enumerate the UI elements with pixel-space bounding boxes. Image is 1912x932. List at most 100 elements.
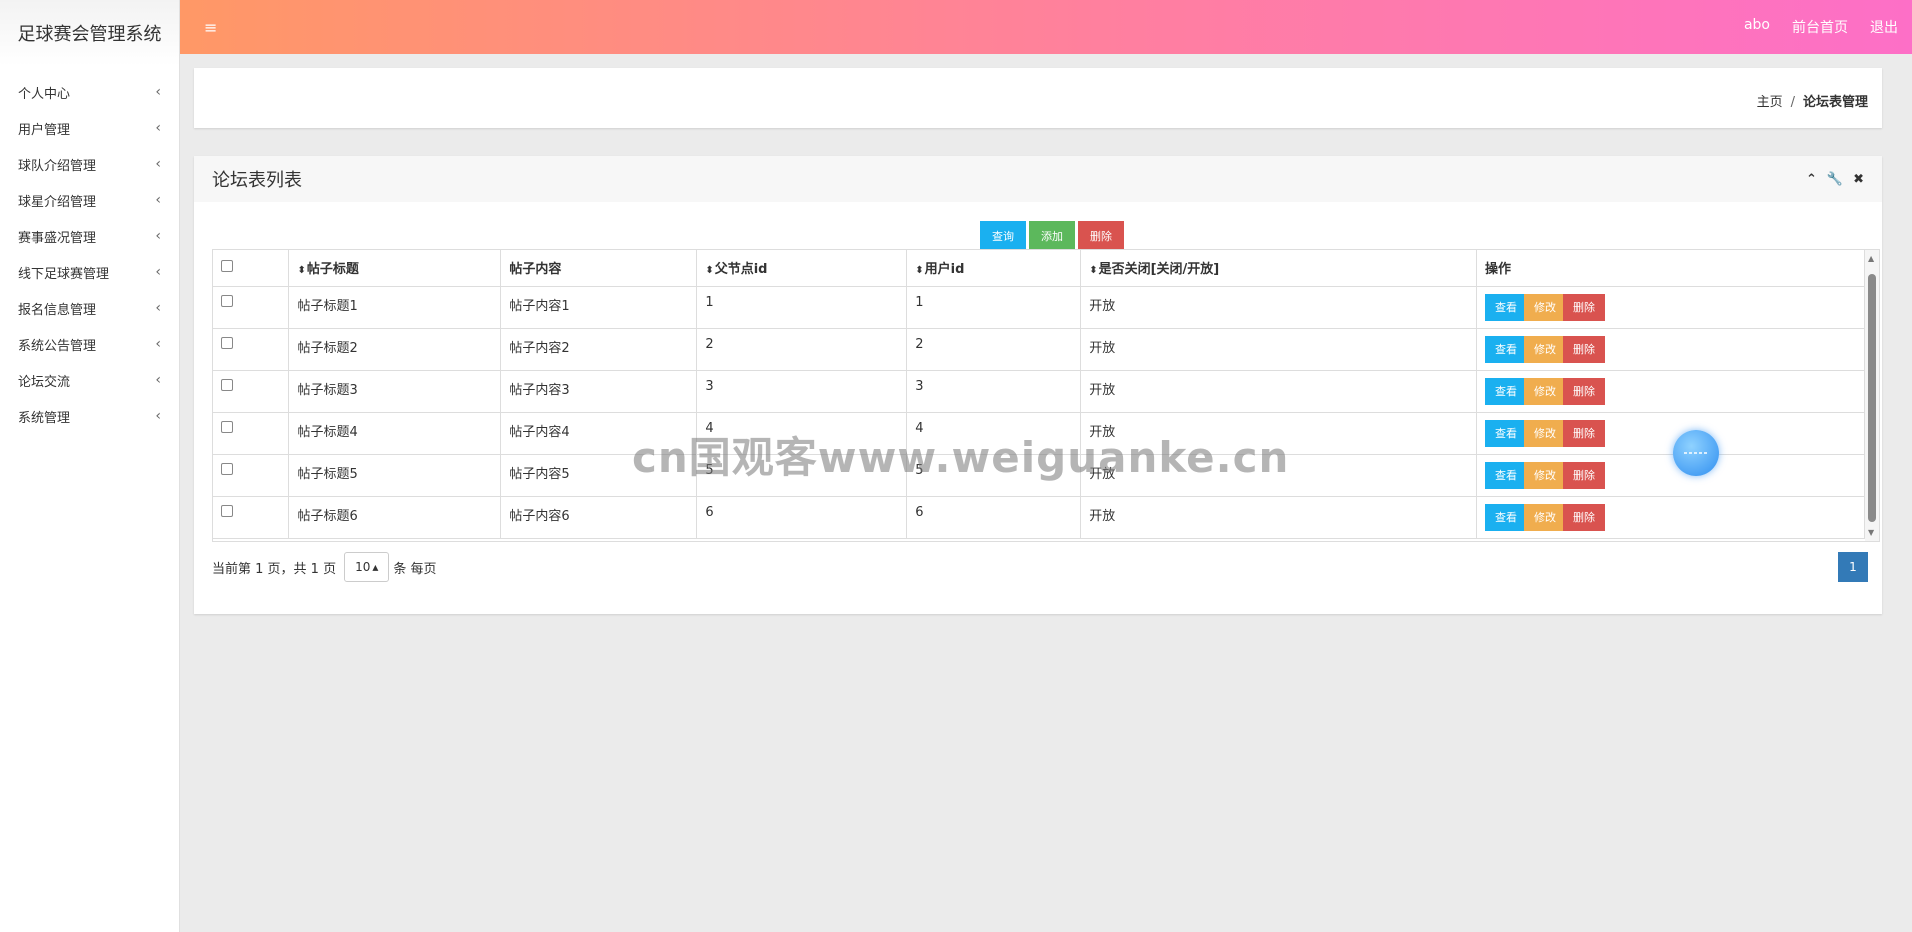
row-checkbox[interactable] <box>221 462 233 475</box>
edit-button[interactable]: 修改 <box>1524 461 1567 489</box>
cell-title: 帖子标题3 <box>288 370 502 413</box>
row-checkbox[interactable] <box>221 336 233 349</box>
username-link[interactable]: abo <box>1744 17 1770 37</box>
delete-button[interactable]: 删除 <box>1563 503 1606 531</box>
cell-title: 帖子标题1 <box>288 286 502 329</box>
delete-button[interactable]: 删除 <box>1563 293 1606 321</box>
row-select-cell <box>213 454 290 497</box>
delete-button[interactable]: 删除 <box>1563 377 1606 405</box>
row-checkbox[interactable] <box>221 378 233 391</box>
header-label: 用户id <box>924 262 965 278</box>
chevron-left-icon: ‹ <box>155 300 161 316</box>
view-button[interactable]: 查看 <box>1485 503 1528 531</box>
bulk-delete-button[interactable]: 删除 <box>1078 221 1124 250</box>
sidebar-item-event-highlights[interactable]: 赛事盛况管理 ‹ <box>0 218 179 254</box>
caret-up-icon: ▴ <box>372 560 379 574</box>
edit-button[interactable]: 修改 <box>1524 335 1567 363</box>
sidebar-item-announcements[interactable]: 系统公告管理 ‹ <box>0 326 179 362</box>
logout-link[interactable]: 退出 <box>1870 17 1898 37</box>
sort-icon: ⬍ <box>297 265 306 277</box>
scrollbar-thumb[interactable] <box>1868 274 1876 522</box>
header-label: 是否关闭[关闭/开放] <box>1098 262 1220 278</box>
row-checkbox[interactable] <box>221 504 233 517</box>
query-button[interactable]: 查询 <box>980 221 1026 250</box>
sidebar-item-user-management[interactable]: 用户管理 ‹ <box>0 110 179 146</box>
sidebar: 足球赛会管理系统 个人中心 ‹ 用户管理 ‹ 球队介绍管理 ‹ 球星介绍管理 ‹ 赛事盛… <box>0 0 180 932</box>
sidebar-item-label: 球星介绍管理 <box>18 194 97 210</box>
sidebar-item-offline-match[interactable]: 线下足球赛管理 ‹ <box>0 254 179 290</box>
cell-actions: 查看 修改 删除 <box>1476 496 1865 539</box>
menu-toggle-icon[interactable]: ≡ <box>204 18 217 37</box>
scroll-up-icon[interactable]: ▲ <box>1868 254 1874 263</box>
edit-button[interactable]: 修改 <box>1524 377 1567 405</box>
view-button[interactable]: 查看 <box>1485 461 1528 489</box>
frontend-home-link[interactable]: 前台首页 <box>1792 17 1848 37</box>
collapse-icon[interactable]: ⌃ <box>1806 172 1817 187</box>
sidebar-item-forum[interactable]: 论坛交流 ‹ <box>0 362 179 398</box>
sidebar-item-personal-center[interactable]: 个人中心 ‹ <box>0 74 179 110</box>
breadcrumb-home[interactable]: 主页 <box>1757 91 1783 110</box>
panel-header: 论坛表列表 ⌃ 🔧 ✖ <box>194 156 1882 202</box>
table-row: 帖子标题2 帖子内容2 2 2 开放 查看 修改 删除 <box>213 328 1865 371</box>
edit-button[interactable]: 修改 <box>1524 293 1567 321</box>
select-all-checkbox[interactable] <box>221 259 233 272</box>
row-select-cell <box>213 496 290 539</box>
table-row: 帖子标题6 帖子内容6 6 6 开放 查看 修改 删除 <box>213 496 1865 539</box>
row-select-cell <box>213 412 290 455</box>
add-button[interactable]: 添加 <box>1029 221 1075 250</box>
chevron-left-icon: ‹ <box>155 156 161 172</box>
header-user-id[interactable]: ⬍用户id <box>906 250 1082 287</box>
sidebar-item-system[interactable]: 系统管理 ‹ <box>0 398 179 434</box>
cell-parent-id: 3 <box>696 370 908 413</box>
pagination-info: 当前第 1 页，共 1 页 10 ▴ 条 每页 <box>212 552 437 582</box>
floating-assistant-icon[interactable] <box>1673 430 1719 476</box>
sort-icon: ⬍ <box>1089 265 1098 277</box>
cell-title: 帖子标题4 <box>288 412 502 455</box>
header-title[interactable]: ⬍帖子标题 <box>288 250 502 287</box>
sidebar-item-star-intro[interactable]: 球星介绍管理 ‹ <box>0 182 179 218</box>
forum-table: ⬍帖子标题 帖子内容 ⬍父节点id ⬍用户id ⬍是否关闭[关闭/开放] 操作 … <box>213 250 1865 539</box>
view-button[interactable]: 查看 <box>1485 293 1528 321</box>
top-bar: ≡ abo 前台首页 退出 <box>180 0 1912 54</box>
sidebar-item-label: 球队介绍管理 <box>18 158 97 174</box>
table-scrollbar[interactable]: ▲ ▼ <box>1865 250 1879 541</box>
cell-title: 帖子标题2 <box>288 328 502 371</box>
sidebar-item-label: 个人中心 <box>18 86 71 102</box>
row-checkbox[interactable] <box>221 420 233 433</box>
header-parent-id[interactable]: ⬍父节点id <box>696 250 908 287</box>
table-toolbar: 查询 添加 删除 <box>980 221 1124 250</box>
edit-button[interactable]: 修改 <box>1524 503 1567 531</box>
delete-button[interactable]: 删除 <box>1563 419 1606 447</box>
table-container: ⬍帖子标题 帖子内容 ⬍父节点id ⬍用户id ⬍是否关闭[关闭/开放] 操作 … <box>212 249 1880 542</box>
row-select-cell <box>213 370 290 413</box>
cell-actions: 查看 修改 删除 <box>1476 328 1865 371</box>
row-checkbox[interactable] <box>221 294 233 307</box>
header-content: 帖子内容 <box>500 250 698 287</box>
scroll-down-icon[interactable]: ▼ <box>1868 528 1874 537</box>
top-links: abo 前台首页 退出 <box>1744 17 1898 37</box>
cell-actions: 查看 修改 删除 <box>1476 412 1865 455</box>
page-button-current[interactable]: 1 <box>1838 552 1868 582</box>
watermark-text: cn国观客www.weiguanke.cn <box>632 433 1290 482</box>
delete-button[interactable]: 删除 <box>1563 461 1606 489</box>
page-size-value: 10 <box>355 560 371 574</box>
view-button[interactable]: 查看 <box>1485 335 1528 363</box>
cell-parent-id: 6 <box>696 496 908 539</box>
cell-content: 帖子内容3 <box>500 370 698 413</box>
delete-button[interactable]: 删除 <box>1563 335 1606 363</box>
header-ops: 操作 <box>1476 250 1865 287</box>
page-size-select[interactable]: 10 ▴ <box>344 552 390 582</box>
edit-button[interactable]: 修改 <box>1524 419 1567 447</box>
sidebar-item-registration[interactable]: 报名信息管理 ‹ <box>0 290 179 326</box>
cell-closed: 开放 <box>1080 286 1478 329</box>
cell-actions: 查看 修改 删除 <box>1476 454 1865 497</box>
page-info-text: 当前第 1 页，共 1 页 <box>212 561 337 577</box>
close-icon[interactable]: ✖ <box>1853 172 1864 187</box>
view-button[interactable]: 查看 <box>1485 419 1528 447</box>
sidebar-item-team-intro[interactable]: 球队介绍管理 ‹ <box>0 146 179 182</box>
row-select-cell <box>213 286 290 329</box>
view-button[interactable]: 查看 <box>1485 377 1528 405</box>
table-row: 帖子标题1 帖子内容1 1 1 开放 查看 修改 删除 <box>213 286 1865 329</box>
wrench-icon[interactable]: 🔧 <box>1827 172 1843 187</box>
header-closed[interactable]: ⬍是否关闭[关闭/开放] <box>1080 250 1478 287</box>
